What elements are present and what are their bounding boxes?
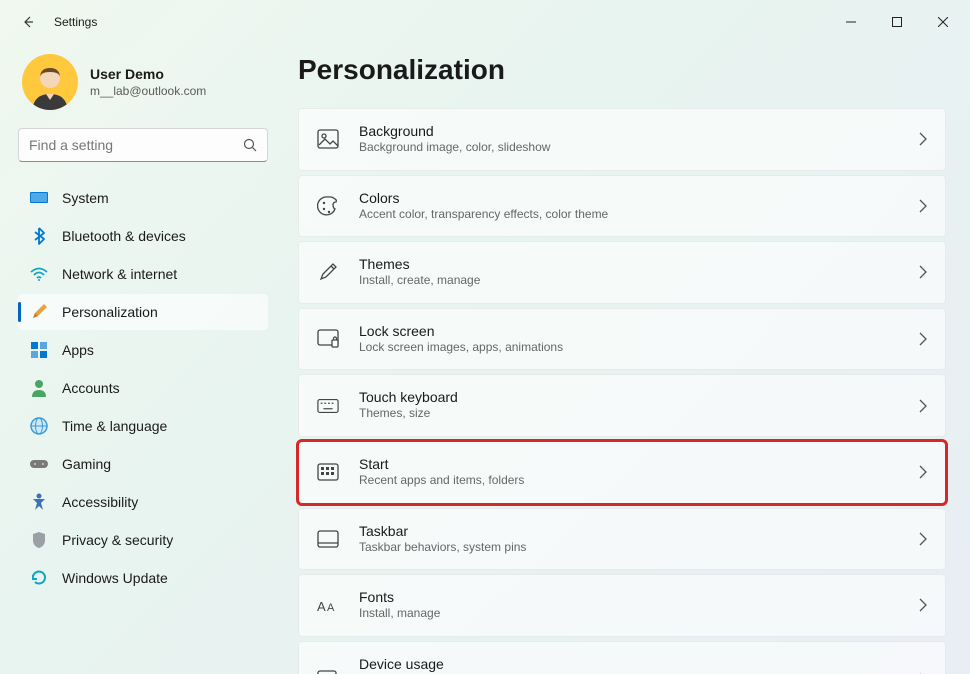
nav-label: System bbox=[62, 190, 109, 206]
shield-icon bbox=[30, 531, 48, 549]
paintbrush-icon bbox=[30, 303, 48, 321]
card-title: Device usage bbox=[359, 656, 899, 672]
maximize-button[interactable] bbox=[874, 6, 920, 38]
avatar bbox=[22, 54, 78, 110]
nav-label: Accessibility bbox=[62, 494, 138, 510]
search-icon bbox=[243, 138, 257, 152]
close-icon bbox=[938, 17, 948, 27]
card-title: Taskbar bbox=[359, 523, 899, 539]
taskbar-icon bbox=[317, 528, 339, 550]
nav-label: Bluetooth & devices bbox=[62, 228, 186, 244]
card-desc: Install, create, manage bbox=[359, 273, 899, 289]
nav-network[interactable]: Network & internet bbox=[18, 256, 268, 292]
search-box[interactable] bbox=[18, 128, 268, 162]
card-lock-screen[interactable]: Lock screenLock screen images, apps, ani… bbox=[298, 308, 946, 371]
close-button[interactable] bbox=[920, 6, 966, 38]
minimize-button[interactable] bbox=[828, 6, 874, 38]
card-background[interactable]: BackgroundBackground image, color, slide… bbox=[298, 108, 946, 171]
keyboard-icon bbox=[317, 395, 339, 417]
card-touch-keyboard[interactable]: Touch keyboardThemes, size bbox=[298, 374, 946, 437]
card-title: Fonts bbox=[359, 589, 899, 605]
chevron-right-icon bbox=[919, 399, 927, 413]
fonts-icon: AA bbox=[317, 594, 339, 616]
person-icon bbox=[30, 379, 48, 397]
nav-accessibility[interactable]: Accessibility bbox=[18, 484, 268, 520]
chevron-right-icon bbox=[919, 199, 927, 213]
arrow-left-icon bbox=[20, 14, 36, 30]
nav-system[interactable]: System bbox=[18, 180, 268, 216]
chevron-right-icon bbox=[919, 465, 927, 479]
nav-label: Network & internet bbox=[62, 266, 177, 282]
apps-icon bbox=[30, 341, 48, 359]
card-title: Lock screen bbox=[359, 323, 899, 339]
profile-name: User Demo bbox=[90, 66, 206, 82]
nav-list: System Bluetooth & devices Network & int… bbox=[18, 180, 268, 596]
card-fonts[interactable]: AA FontsInstall, manage bbox=[298, 574, 946, 637]
nav-label: Gaming bbox=[62, 456, 111, 472]
titlebar: Settings bbox=[0, 0, 970, 44]
minimize-icon bbox=[846, 17, 856, 27]
card-desc: Themes, size bbox=[359, 406, 899, 422]
card-title: Touch keyboard bbox=[359, 389, 899, 405]
card-title: Background bbox=[359, 123, 899, 139]
nav-privacy[interactable]: Privacy & security bbox=[18, 522, 268, 558]
start-icon bbox=[317, 461, 339, 483]
card-title: Themes bbox=[359, 256, 899, 272]
chevron-right-icon bbox=[919, 332, 927, 346]
lock-screen-icon bbox=[317, 328, 339, 350]
nav-time-language[interactable]: Time & language bbox=[18, 408, 268, 444]
gamepad-icon bbox=[30, 455, 48, 473]
sidebar: User Demo m__lab@outlook.com System Blue… bbox=[0, 44, 280, 674]
svg-text:A: A bbox=[327, 602, 335, 614]
nav-gaming[interactable]: Gaming bbox=[18, 446, 268, 482]
card-desc: Taskbar behaviors, system pins bbox=[359, 540, 899, 556]
card-desc: Background image, color, slideshow bbox=[359, 140, 899, 156]
profile[interactable]: User Demo m__lab@outlook.com bbox=[18, 44, 268, 128]
system-icon bbox=[30, 189, 48, 207]
chevron-right-icon bbox=[919, 132, 927, 146]
nav-label: Privacy & security bbox=[62, 532, 173, 548]
card-colors[interactable]: ColorsAccent color, transparency effects… bbox=[298, 175, 946, 238]
card-start[interactable]: StartRecent apps and items, folders bbox=[298, 441, 946, 504]
card-desc: Accent color, transparency effects, colo… bbox=[359, 207, 899, 223]
chevron-right-icon bbox=[919, 532, 927, 546]
chevron-right-icon bbox=[919, 265, 927, 279]
card-themes[interactable]: ThemesInstall, create, manage bbox=[298, 241, 946, 304]
accessibility-icon bbox=[30, 493, 48, 511]
card-desc: Recent apps and items, folders bbox=[359, 473, 899, 489]
wifi-icon bbox=[30, 265, 48, 283]
nav-label: Time & language bbox=[62, 418, 167, 434]
back-button[interactable] bbox=[12, 6, 44, 38]
card-taskbar[interactable]: TaskbarTaskbar behaviors, system pins bbox=[298, 508, 946, 571]
nav-label: Accounts bbox=[62, 380, 120, 396]
card-desc: Lock screen images, apps, animations bbox=[359, 340, 899, 356]
chevron-right-icon bbox=[919, 598, 927, 612]
window-title: Settings bbox=[54, 15, 97, 29]
card-title: Colors bbox=[359, 190, 899, 206]
nav-personalization[interactable]: Personalization bbox=[18, 294, 268, 330]
nav-bluetooth[interactable]: Bluetooth & devices bbox=[18, 218, 268, 254]
device-usage-icon bbox=[317, 669, 339, 674]
nav-accounts[interactable]: Accounts bbox=[18, 370, 268, 406]
update-icon bbox=[30, 569, 48, 587]
image-icon bbox=[317, 128, 339, 150]
globe-clock-icon bbox=[30, 417, 48, 435]
pencil-icon bbox=[317, 261, 339, 283]
search-input[interactable] bbox=[29, 137, 243, 153]
page-title: Personalization bbox=[298, 54, 946, 86]
nav-windows-update[interactable]: Windows Update bbox=[18, 560, 268, 596]
maximize-icon bbox=[892, 17, 902, 27]
nav-label: Apps bbox=[62, 342, 94, 358]
card-device-usage[interactable]: Device usageSelect all the ways you plan… bbox=[298, 641, 946, 674]
svg-text:A: A bbox=[317, 599, 326, 614]
nav-apps[interactable]: Apps bbox=[18, 332, 268, 368]
card-title: Start bbox=[359, 456, 899, 472]
card-desc: Install, manage bbox=[359, 606, 899, 622]
nav-label: Personalization bbox=[62, 304, 158, 320]
profile-email: m__lab@outlook.com bbox=[90, 84, 206, 98]
nav-label: Windows Update bbox=[62, 570, 168, 586]
palette-icon bbox=[317, 195, 339, 217]
main-content: Personalization BackgroundBackground ima… bbox=[280, 44, 970, 674]
bluetooth-icon bbox=[30, 227, 48, 245]
